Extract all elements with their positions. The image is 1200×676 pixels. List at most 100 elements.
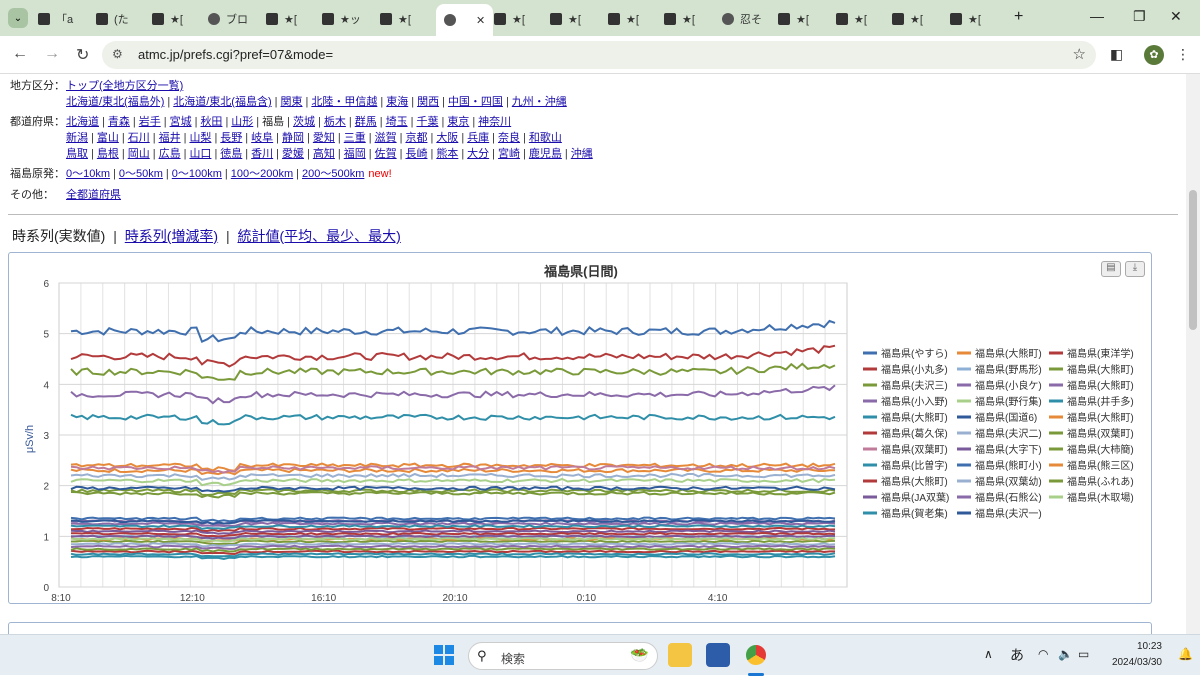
pref-link-r3-14[interactable]: 宮崎 [498,148,520,160]
pref-link-r2-8[interactable]: 愛知 [313,132,335,144]
pref-link-r3-15[interactable]: 鹿児島 [529,148,562,160]
pref-link-r3-9[interactable]: 福岡 [344,148,366,160]
tab-14[interactable]: ★[ [836,6,867,32]
new-tab-button[interactable]: + [1014,8,1023,26]
pref-link-r3-8[interactable]: 高知 [313,148,335,160]
notification-icon[interactable]: 🔔 [1178,647,1193,661]
tab-2[interactable]: ★[ [152,6,183,32]
side-panel-icon[interactable]: ◧ [1110,46,1123,63]
pref-link-7[interactable]: 茨城 [293,116,315,128]
maximize-icon[interactable]: ❐ [1133,8,1146,25]
file-explorer-icon[interactable] [668,643,692,667]
tab-5[interactable]: ★ッ [322,6,361,32]
page-scrollbar[interactable] [1186,74,1200,634]
pref-link-r2-10[interactable]: 滋賀 [375,132,397,144]
tab-10[interactable]: ★[ [608,6,639,32]
close-window-icon[interactable]: ✕ [1170,8,1182,25]
pref-link-r3-5[interactable]: 徳島 [220,148,242,160]
tab-search-dropdown[interactable]: ⌄ [8,8,28,28]
battery-icon[interactable]: ▭ [1078,647,1089,661]
tab-9[interactable]: ★[ [550,6,581,32]
pref-link-r3-3[interactable]: 広島 [159,148,181,160]
tab-12[interactable]: 忍そ [722,6,762,32]
tab-1[interactable]: (た [96,6,129,32]
pref-link-r2-13[interactable]: 兵庫 [467,132,489,144]
minimize-icon[interactable]: — [1090,8,1104,24]
region-link-0[interactable]: 北海道/東北(福島外) [66,96,164,108]
region-link-3[interactable]: 北陸・甲信越 [311,96,377,108]
region-link-5[interactable]: 関西 [417,96,439,108]
tab-16[interactable]: ★[ [950,6,981,32]
link-all-prefs[interactable]: 全都道府県 [66,189,121,201]
pref-link-r2-0[interactable]: 新潟 [66,132,88,144]
taskbar-search[interactable]: ⚲ 検索 🥗 [468,642,658,670]
pref-link-r2-2[interactable]: 石川 [128,132,150,144]
pref-link-r3-13[interactable]: 大分 [467,148,489,160]
bookmark-star-icon[interactable]: ☆ [1073,45,1086,63]
address-bar[interactable]: ⚙ atmc.jp/prefs.cgi?pref=07&mode= ☆ [102,41,1096,69]
tab-6[interactable]: ★[ [380,6,411,32]
pref-link-r2-15[interactable]: 和歌山 [529,132,562,144]
tab-15[interactable]: ★[ [892,6,923,32]
genpatsu-link-4[interactable]: 200〜500km [302,168,364,180]
volume-icon[interactable]: 🔈 [1058,647,1073,661]
pref-link-r2-3[interactable]: 福井 [159,132,181,144]
pref-link-3[interactable]: 宮城 [170,116,192,128]
region-link-6[interactable]: 中国・四国 [448,96,503,108]
pref-link-r3-12[interactable]: 熊本 [436,148,458,160]
genpatsu-link-3[interactable]: 100〜200km [231,168,293,180]
site-info-icon[interactable]: ⚙ [112,47,123,61]
pref-link-8[interactable]: 栃木 [324,116,346,128]
pref-link-r3-2[interactable]: 岡山 [128,148,150,160]
tab-11[interactable]: ★[ [664,6,695,32]
region-link-1[interactable]: 北海道/東北(福島含) [173,96,271,108]
link-region-top[interactable]: トップ(全地方区分一覧) [66,80,183,92]
url-text[interactable]: atmc.jp/prefs.cgi?pref=07&mode= [138,47,333,62]
pref-link-r3-4[interactable]: 山口 [189,148,211,160]
genpatsu-link-2[interactable]: 0〜100km [172,168,222,180]
pref-link-13[interactable]: 神奈川 [478,116,511,128]
pref-link-10[interactable]: 埼玉 [386,116,408,128]
pref-link-r3-0[interactable]: 鳥取 [66,148,88,160]
tab-8[interactable]: ★[ [494,6,525,32]
pref-link-5[interactable]: 山形 [231,116,253,128]
tab-3[interactable]: ブロ [208,6,248,32]
tab-13[interactable]: ★[ [778,6,809,32]
ime-indicator[interactable]: あ [1010,645,1024,665]
pref-link-2[interactable]: 岩手 [139,116,161,128]
profile-avatar[interactable]: ✿ [1144,45,1164,65]
forward-icon[interactable]: → [44,45,60,63]
pref-link-r2-4[interactable]: 山梨 [189,132,211,144]
pref-link-1[interactable]: 青森 [108,116,130,128]
genpatsu-link-0[interactable]: 0〜10km [66,168,110,180]
chrome-icon[interactable] [744,643,768,667]
pref-link-12[interactable]: 東京 [447,116,469,128]
pref-link-r3-6[interactable]: 香川 [251,148,273,160]
scrollbar-thumb[interactable] [1189,190,1197,330]
pref-link-r3-1[interactable]: 島根 [97,148,119,160]
wifi-icon[interactable]: ◠ [1038,647,1048,661]
taskbar-clock[interactable]: 10:23 2024/03/30 [1106,639,1162,671]
pref-link-r2-5[interactable]: 長野 [220,132,242,144]
pref-link-r2-14[interactable]: 奈良 [498,132,520,144]
genpatsu-link-1[interactable]: 0〜50km [119,168,163,180]
region-link-7[interactable]: 九州・沖縄 [512,96,567,108]
view-link-stats[interactable]: 統計値(平均、最少、最大) [238,228,401,244]
pref-link-r3-16[interactable]: 沖縄 [571,148,593,160]
view-link-change-rate[interactable]: 時系列(増減率) [125,228,218,244]
tab-4[interactable]: ★[ [266,6,297,32]
tab-7[interactable]: ✕ [436,4,494,36]
pref-link-11[interactable]: 千葉 [416,116,438,128]
reload-icon[interactable]: ↻ [76,45,89,65]
tray-overflow-icon[interactable]: ∧ [984,647,993,661]
back-icon[interactable]: ← [12,45,28,63]
pref-link-r3-10[interactable]: 佐賀 [375,148,397,160]
pref-link-0[interactable]: 北海道 [66,116,99,128]
region-link-4[interactable]: 東海 [386,96,408,108]
pref-link-r3-11[interactable]: 長崎 [405,148,427,160]
pref-link-r2-6[interactable]: 岐阜 [251,132,273,144]
region-link-2[interactable]: 関東 [281,96,303,108]
tab-0[interactable]: 「a [38,6,73,32]
pref-link-r3-7[interactable]: 愛媛 [282,148,304,160]
windows-start-icon[interactable] [434,645,454,665]
